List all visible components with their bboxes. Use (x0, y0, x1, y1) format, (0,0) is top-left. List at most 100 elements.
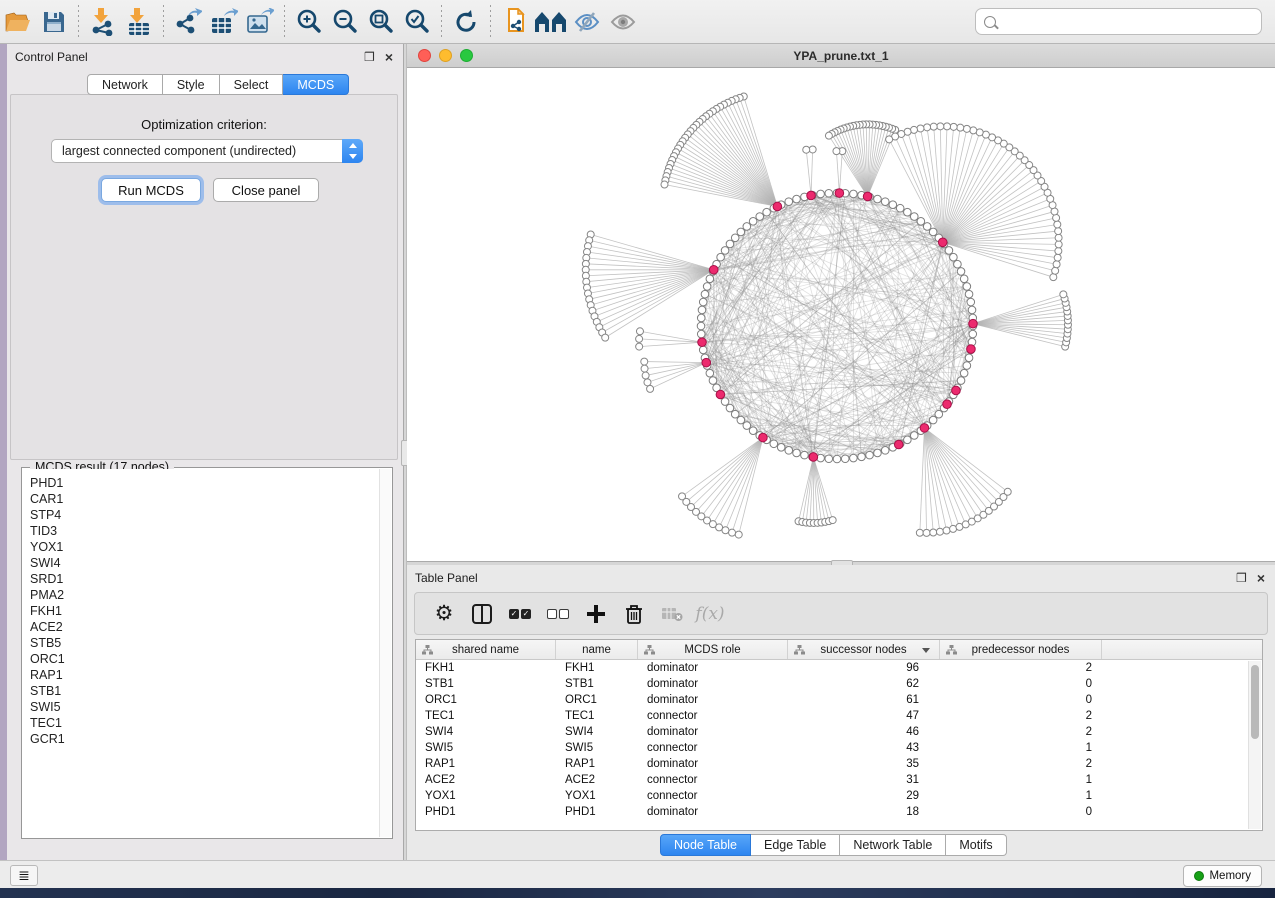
ring-node[interactable] (701, 290, 709, 298)
ring-node[interactable] (960, 275, 968, 283)
ring-node[interactable] (910, 432, 918, 440)
ring-node[interactable] (706, 275, 714, 283)
cell-role[interactable]: dominator (638, 694, 788, 706)
ring-node[interactable] (963, 283, 971, 291)
mcds-result-item[interactable]: STB5 (30, 635, 379, 651)
leaf-node[interactable] (957, 124, 964, 131)
ring-node[interactable] (731, 234, 739, 242)
ring-node[interactable] (935, 410, 943, 418)
mcds-result-item[interactable]: TID3 (30, 523, 379, 539)
column-header-predecessor-nodes[interactable]: predecessor nodes (940, 640, 1102, 659)
cell-successors[interactable]: 35 (788, 758, 940, 770)
cell-predecessors[interactable]: 2 (940, 662, 1102, 674)
import-network-icon[interactable] (86, 5, 120, 39)
leaf-node[interactable] (970, 127, 977, 134)
create-column-plus-icon[interactable] (581, 599, 611, 629)
leaf-node[interactable] (950, 123, 957, 130)
mcds-result-item[interactable]: RAP1 (30, 667, 379, 683)
leaf-node[interactable] (825, 132, 832, 139)
cell-shared_name[interactable]: ORC1 (416, 694, 556, 706)
select-first-neighbors-icon[interactable] (534, 5, 568, 39)
run-mcds-button[interactable]: Run MCDS (101, 178, 201, 202)
leaf-node[interactable] (1053, 261, 1060, 268)
leaf-node[interactable] (661, 181, 668, 188)
table-row[interactable]: ORC1ORC1dominator610 (416, 692, 1262, 708)
mcds-result-item[interactable]: STB1 (30, 683, 379, 699)
leaf-node[interactable] (1054, 221, 1061, 228)
ring-node[interactable] (969, 330, 977, 338)
mcds-result-item[interactable]: ORC1 (30, 651, 379, 667)
cell-role[interactable]: dominator (638, 678, 788, 690)
mcds-result-scrollbar[interactable] (379, 469, 391, 837)
cell-role[interactable]: connector (638, 790, 788, 802)
ring-node[interactable] (706, 369, 714, 377)
cell-predecessors[interactable]: 1 (940, 790, 1102, 802)
cell-predecessors[interactable]: 0 (940, 806, 1102, 818)
ring-node[interactable] (945, 247, 953, 255)
ring-node[interactable] (785, 198, 793, 206)
search-input[interactable] (1001, 9, 1261, 34)
mcds-node[interactable] (716, 390, 725, 399)
cell-predecessors[interactable]: 2 (940, 710, 1102, 722)
mcds-node[interactable] (943, 400, 952, 409)
table-row[interactable]: TEC1TEC1connector472 (416, 708, 1262, 724)
mcds-node[interactable] (952, 386, 961, 395)
cell-role[interactable]: dominator (638, 806, 788, 818)
ring-node[interactable] (763, 208, 771, 216)
mcds-result-item[interactable]: SWI5 (30, 699, 379, 715)
cell-shared_name[interactable]: YOX1 (416, 790, 556, 802)
ring-node[interactable] (889, 201, 897, 209)
export-network-icon[interactable] (171, 5, 205, 39)
save-icon[interactable] (37, 5, 71, 39)
traffic-zoom-icon[interactable] (460, 49, 473, 62)
ring-node[interactable] (770, 440, 778, 448)
cell-successors[interactable]: 96 (788, 662, 940, 674)
zoom-fit-icon[interactable] (364, 5, 398, 39)
mcds-result-list[interactable]: PHD1CAR1STP4TID3YOX1SWI4SRD1PMA2FKH1ACE2… (23, 469, 379, 837)
mcds-result-item[interactable]: GCR1 (30, 731, 379, 747)
cell-name[interactable]: SWI5 (556, 742, 638, 754)
hide-selected-icon[interactable] (570, 5, 604, 39)
tab-network-table[interactable]: Network Table (840, 834, 946, 856)
mcds-result-item[interactable]: TEC1 (30, 715, 379, 731)
ring-node[interactable] (833, 455, 841, 463)
ring-node[interactable] (917, 218, 925, 226)
leaf-node[interactable] (642, 372, 649, 379)
network-canvas[interactable] (407, 68, 1275, 560)
tab-motifs[interactable]: Motifs (946, 834, 1006, 856)
import-table-icon[interactable] (122, 5, 156, 39)
ring-node[interactable] (825, 455, 833, 463)
ring-node[interactable] (874, 195, 882, 203)
zoom-in-icon[interactable] (292, 5, 326, 39)
leaf-node[interactable] (930, 529, 937, 536)
ring-node[interactable] (726, 404, 734, 412)
mcds-node[interactable] (709, 265, 718, 274)
ring-node[interactable] (731, 410, 739, 418)
leaf-node[interactable] (924, 124, 931, 131)
mcds-node[interactable] (969, 319, 978, 328)
mcds-node[interactable] (702, 358, 711, 367)
cell-name[interactable]: TEC1 (556, 710, 638, 722)
leaf-node[interactable] (1052, 267, 1059, 274)
mcds-node[interactable] (773, 202, 782, 211)
ring-node[interactable] (756, 213, 764, 221)
tab-mcds[interactable]: MCDS (283, 74, 349, 95)
leaf-node[interactable] (729, 529, 736, 536)
ring-node[interactable] (929, 228, 937, 236)
leaf-node[interactable] (1053, 214, 1060, 221)
select-all-columns-icon[interactable]: ✓✓ (505, 599, 535, 629)
mcds-node[interactable] (807, 191, 816, 200)
mcds-result-item[interactable]: FKH1 (30, 603, 379, 619)
ring-node[interactable] (881, 198, 889, 206)
leaf-node[interactable] (636, 328, 643, 335)
leaf-node[interactable] (1004, 488, 1011, 495)
tab-node-table[interactable]: Node Table (660, 834, 751, 856)
ring-node[interactable] (793, 195, 801, 203)
ring-node[interactable] (896, 204, 904, 212)
mcds-result-item[interactable]: CAR1 (30, 491, 379, 507)
tab-style[interactable]: Style (163, 74, 220, 95)
cell-role[interactable]: connector (638, 774, 788, 786)
ring-node[interactable] (858, 453, 866, 461)
leaf-node[interactable] (1054, 254, 1061, 261)
export-image-icon[interactable] (243, 5, 277, 39)
